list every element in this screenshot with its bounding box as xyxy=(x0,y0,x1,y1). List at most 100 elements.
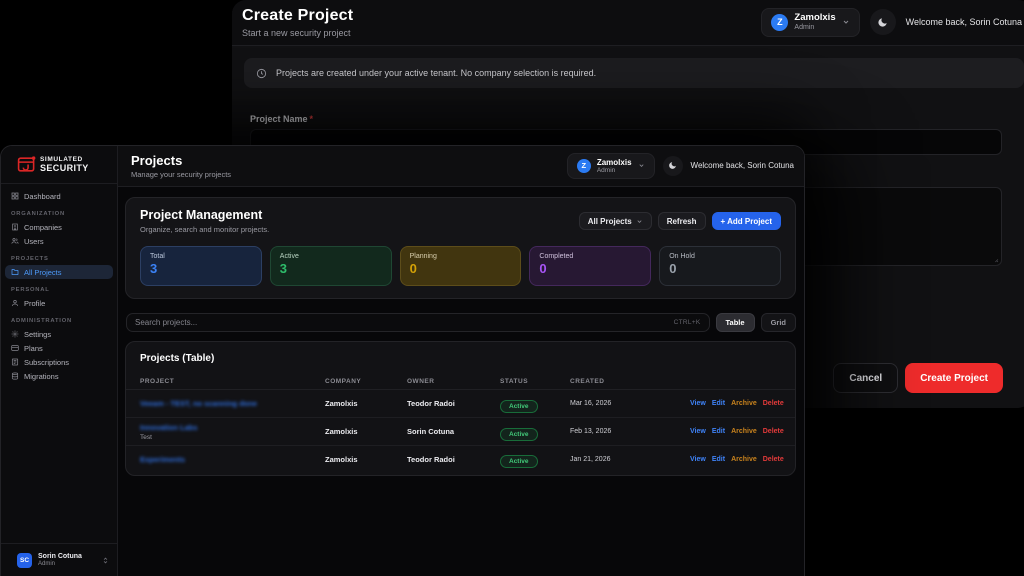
sidebar-item-label: Settings xyxy=(24,330,51,339)
sidebar-item-plans[interactable]: Plans xyxy=(5,341,113,355)
clock-icon xyxy=(256,68,267,79)
sidebar-item-label: Users xyxy=(24,237,44,246)
delete-action[interactable]: Delete xyxy=(763,456,784,463)
delete-action[interactable]: Delete xyxy=(763,428,784,435)
sidebar-item-dashboard[interactable]: Dashboard xyxy=(5,189,113,203)
page-title: Projects xyxy=(131,153,231,168)
moon-icon xyxy=(877,17,888,28)
card-title: Project Management xyxy=(140,208,269,222)
sidebar-item-label: Profile xyxy=(24,299,45,308)
resize-grip-icon[interactable] xyxy=(991,255,999,263)
project-note: Test xyxy=(140,434,325,441)
view-action[interactable]: View xyxy=(690,400,706,407)
view-action[interactable]: View xyxy=(690,456,706,463)
add-project-button[interactable]: + Add Project xyxy=(712,212,782,230)
edit-action[interactable]: Edit xyxy=(712,456,725,463)
sidebar-item-migrations[interactable]: Migrations xyxy=(5,369,113,383)
table-header-row: PROJECT COMPANY OWNER STATUS CREATED xyxy=(126,373,795,390)
stat-value: 0 xyxy=(669,261,771,276)
grid-view-button[interactable]: Grid xyxy=(761,313,796,332)
nav-section-personal: PERSONAL xyxy=(11,287,113,293)
table-row: Veeam - TEST, no scanning done Zamolxis … xyxy=(126,390,795,418)
table-row: Experiments Zamolxis Teodor Radoi Active… xyxy=(126,446,795,475)
cancel-button[interactable]: Cancel xyxy=(833,363,898,393)
stat-value: 3 xyxy=(280,261,382,276)
sidebar-item-label: Dashboard xyxy=(24,192,61,201)
projects-topbar: Projects Manage your security projects Z… xyxy=(118,146,804,187)
sidebar-item-label: Plans xyxy=(24,344,43,353)
filter-label: All Projects xyxy=(588,217,632,226)
status-badge: Active xyxy=(500,400,538,413)
created-cell: Feb 13, 2026 xyxy=(570,428,690,435)
sidebar-nav: Dashboard ORGANIZATION Companies Users P… xyxy=(1,184,117,543)
create-project-button[interactable]: Create Project xyxy=(905,363,1003,393)
stat-label: Planning xyxy=(410,253,512,260)
tenant-avatar: Z xyxy=(771,14,788,31)
user-icon xyxy=(11,299,19,307)
page-subtitle: Manage your security projects xyxy=(131,170,231,179)
project-management-card: Project Management Organize, search and … xyxy=(125,197,796,299)
database-icon xyxy=(11,372,19,380)
user-avatar: SC xyxy=(17,553,32,568)
owner-cell: Teodor Radoi xyxy=(407,399,500,408)
project-name-label-text: Project Name xyxy=(250,114,308,124)
table-view-button[interactable]: Table xyxy=(716,313,755,332)
tenant-selector[interactable]: Z Zamolxis Admin xyxy=(567,153,655,179)
brand-logo: SIMULATED SECURITY xyxy=(1,146,117,184)
search-row: CTRL+K Table Grid xyxy=(126,313,796,332)
user-name: Sorin Cotuna xyxy=(38,552,82,561)
project-name-link[interactable]: Veeam - TEST, no scanning done xyxy=(140,399,325,408)
stat-on-hold: On Hold 0 xyxy=(659,246,781,286)
status-badge: Active xyxy=(500,455,538,468)
sidebar-item-subscriptions[interactable]: Subscriptions xyxy=(5,355,113,369)
sidebar-item-settings[interactable]: Settings xyxy=(5,327,113,341)
dark-mode-toggle[interactable] xyxy=(870,9,896,35)
tenant-name: Zamolxis xyxy=(794,13,835,24)
tenant-info-banner: Projects are created under your active t… xyxy=(244,58,1024,88)
required-marker: * xyxy=(310,114,314,124)
stat-label: Completed xyxy=(539,253,641,260)
delete-action[interactable]: Delete xyxy=(763,400,784,407)
stat-total: Total 3 xyxy=(140,246,262,286)
dark-mode-toggle[interactable] xyxy=(663,156,683,176)
archive-action[interactable]: Archive xyxy=(731,456,757,463)
company-cell: Zamolxis xyxy=(325,399,407,408)
sidebar-user-menu[interactable]: SC Sorin Cotuna Admin xyxy=(1,543,117,576)
sidebar-item-companies[interactable]: Companies xyxy=(5,220,113,234)
column-header-company: COMPANY xyxy=(325,378,407,385)
tenant-avatar: Z xyxy=(577,159,591,173)
receipt-icon xyxy=(11,358,19,366)
stat-value: 0 xyxy=(410,261,512,276)
edit-action[interactable]: Edit xyxy=(712,428,725,435)
sidebar-item-all-projects[interactable]: All Projects xyxy=(5,265,113,279)
sidebar-item-profile[interactable]: Profile xyxy=(5,296,113,310)
users-icon xyxy=(11,237,19,245)
column-header-status: STATUS xyxy=(500,378,570,385)
tenant-selector[interactable]: Z Zamolxis Admin xyxy=(761,8,859,37)
sidebar-item-users[interactable]: Users xyxy=(5,234,113,248)
tenant-role: Admin xyxy=(597,167,632,174)
desktop-stage: Create Project Start a new security proj… xyxy=(0,0,1024,576)
project-name-link[interactable]: Experiments xyxy=(140,455,325,464)
welcome-message: Welcome back, Sorin Cotuna xyxy=(691,161,794,170)
projects-content: Project Management Organize, search and … xyxy=(118,187,804,576)
archive-action[interactable]: Archive xyxy=(731,428,757,435)
nav-section-administration: ADMINISTRATION xyxy=(11,318,113,324)
view-action[interactable]: View xyxy=(690,428,706,435)
refresh-button[interactable]: Refresh xyxy=(658,212,706,230)
project-filter-select[interactable]: All Projects xyxy=(579,212,652,230)
create-project-header: Create Project Start a new security proj… xyxy=(232,0,1024,46)
brand-line2: SECURITY xyxy=(40,164,89,173)
edit-action[interactable]: Edit xyxy=(712,400,725,407)
column-header-owner: OWNER xyxy=(407,378,500,385)
archive-action[interactable]: Archive xyxy=(731,400,757,407)
sidebar-item-label: All Projects xyxy=(24,268,62,277)
project-name-link[interactable]: Innovation Labs xyxy=(140,423,325,432)
search-box[interactable]: CTRL+K xyxy=(126,313,710,332)
stat-active: Active 3 xyxy=(270,246,392,286)
simulated-security-logo-icon xyxy=(17,155,36,174)
search-input[interactable] xyxy=(135,318,668,327)
banner-text: Projects are created under your active t… xyxy=(276,68,596,78)
nav-section-projects: PROJECTS xyxy=(11,256,113,262)
user-role: Admin xyxy=(38,561,82,568)
